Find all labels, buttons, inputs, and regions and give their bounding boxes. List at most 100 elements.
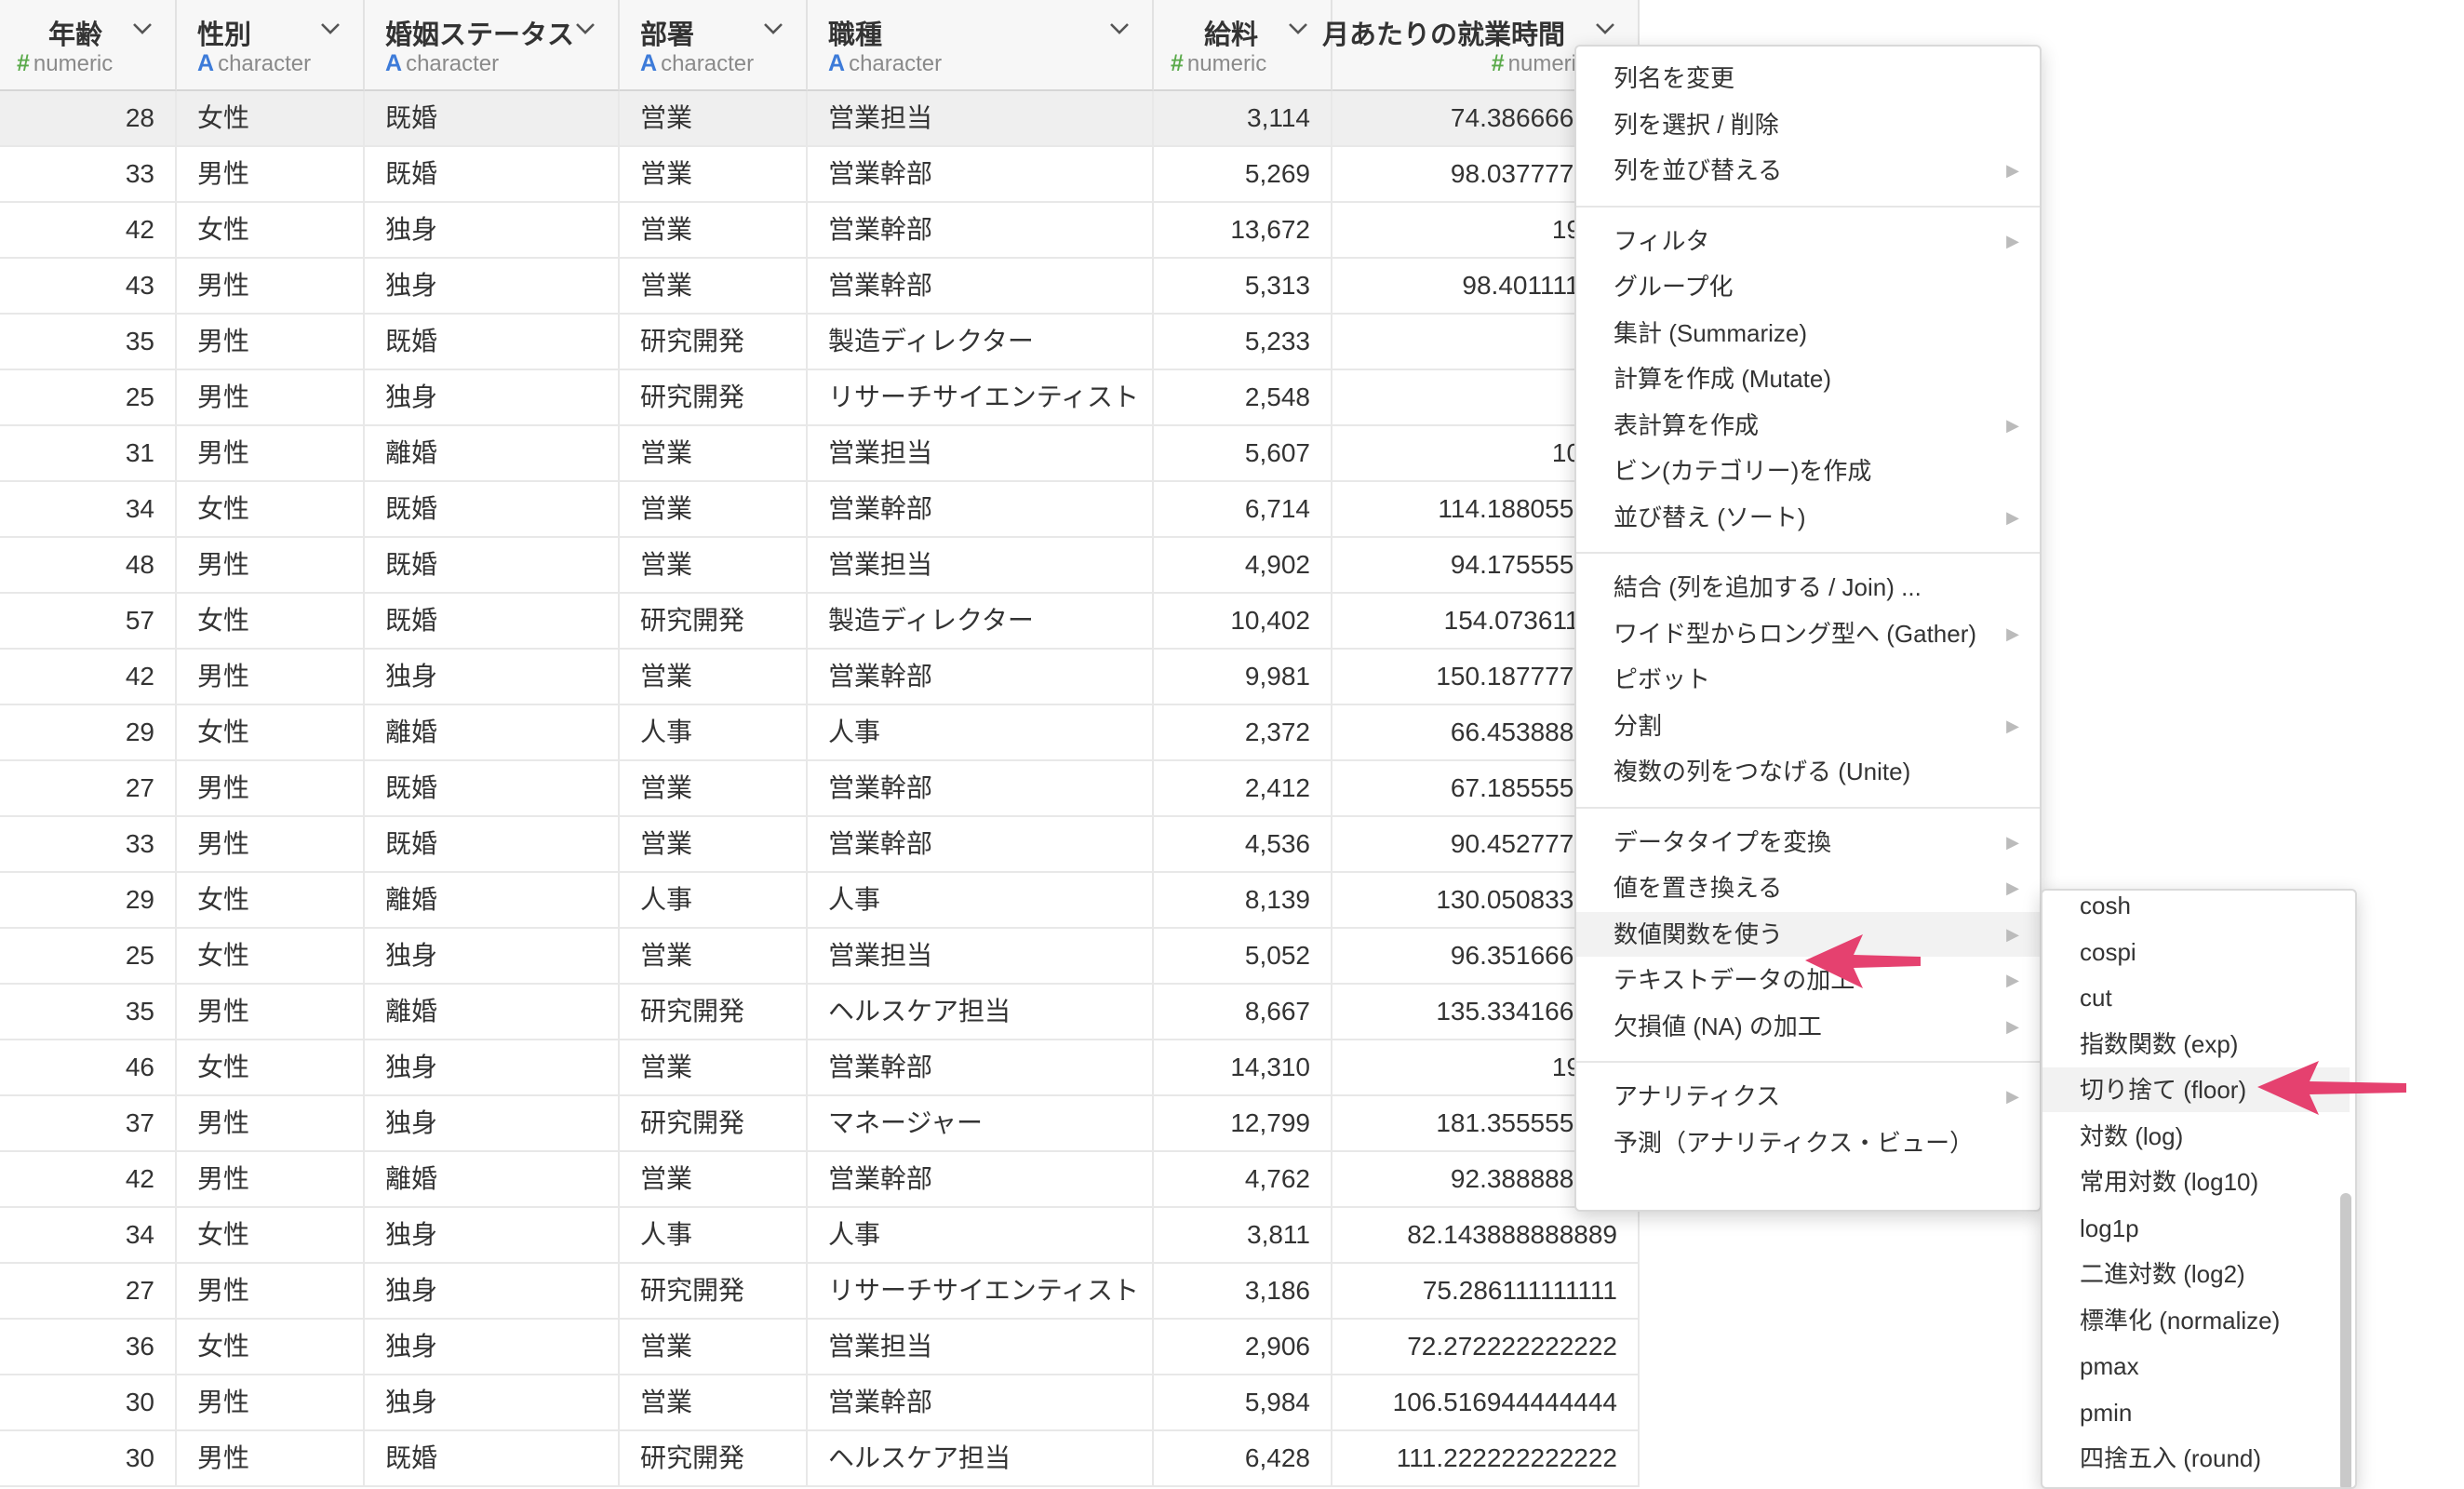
table-cell[interactable]: 人事 (620, 705, 808, 759)
table-cell[interactable]: 男性 (177, 426, 365, 480)
table-cell[interactable]: 3,114 (1154, 91, 1332, 145)
table-cell[interactable]: 女性 (177, 873, 365, 927)
table-row[interactable]: 29 女性 離婚 人事 人事 8,139 130.050833333 (0, 873, 1640, 929)
column-header-3[interactable]: 部署 Acharacter (620, 0, 808, 91)
table-row[interactable]: 46女性独身営業営業幹部14,310197.0 (0, 1040, 1640, 1096)
table-cell[interactable]: 既婚 (365, 315, 620, 369)
submenu-item[interactable]: pmax (2042, 1344, 2350, 1388)
table-cell[interactable]: 女性 (177, 91, 365, 145)
table-cell[interactable]: 独身 (365, 1040, 620, 1094)
table-row[interactable]: 33 男性 既婚 営業 営業幹部 4,536 90.452777777 (0, 817, 1640, 873)
menu-item[interactable]: 並び替え (ソート) ▶ (1576, 495, 2040, 540)
table-cell[interactable]: 営業担当 (808, 426, 1154, 480)
submenu-item[interactable]: 標準化 (normalize) (2042, 1298, 2350, 1343)
table-cell[interactable]: 男性 (177, 370, 365, 424)
table-cell[interactable]: 6,714 (1154, 482, 1332, 536)
table-cell[interactable]: 営業幹部 (808, 761, 1154, 815)
chevron-down-icon[interactable] (761, 17, 785, 41)
table-cell[interactable]: 8,667 (1154, 985, 1332, 1039)
table-row[interactable]: 31男性離婚営業営業担当5,607102.2 (0, 426, 1640, 482)
table-row[interactable]: 42 男性 独身 営業 営業幹部 9,981 150.187777777 (0, 650, 1640, 705)
table-row[interactable]: 25男性独身研究開発リサーチサイエンティスト2,5486 (0, 370, 1640, 426)
table-row[interactable]: 34 女性 既婚 営業 営業幹部 6,714 114.188055555 (0, 482, 1640, 538)
table-cell[interactable]: リサーチサイエンティスト (808, 1264, 1154, 1318)
table-cell[interactable]: 営業 (620, 929, 808, 983)
table-row[interactable]: 25 女性 独身 営業 営業担当 5,052 96.351666666 (0, 929, 1640, 985)
table-cell[interactable]: 37 (0, 1096, 177, 1150)
menu-item[interactable]: 値を置き換える ▶ (1576, 865, 2040, 910)
table-cell[interactable]: 42 (0, 1152, 177, 1206)
table-cell[interactable]: 46 (0, 1040, 177, 1094)
table-cell[interactable]: 独身 (365, 203, 620, 257)
table-row[interactable]: 33 男性 既婚 営業 営業幹部 5,269 98.037777777 (0, 147, 1640, 203)
table-cell[interactable]: 製造ディレクター (808, 594, 1154, 648)
chevron-down-icon[interactable] (573, 17, 597, 41)
table-cell[interactable]: 営業 (620, 817, 808, 871)
table-cell[interactable]: 2,548 (1154, 370, 1332, 424)
table-cell[interactable]: 男性 (177, 259, 365, 313)
table-cell[interactable]: 営業 (620, 426, 808, 480)
submenu-item[interactable]: log1p (2042, 1206, 2350, 1251)
table-cell[interactable]: 9,981 (1154, 650, 1332, 704)
table-row[interactable]: 43 男性 独身 営業 営業幹部 5,313 98.401111111 (0, 259, 1640, 315)
table-cell[interactable]: 既婚 (365, 91, 620, 145)
table-row[interactable]: 57 女性 既婚 研究開発 製造ディレクター 10,402 154.073611111 (0, 594, 1640, 650)
table-cell[interactable]: 営業 (620, 1375, 808, 1429)
column-header-1[interactable]: 性別 Acharacter (177, 0, 365, 91)
table-cell[interactable]: 女性 (177, 594, 365, 648)
table-cell[interactable]: 25 (0, 370, 177, 424)
submenu-item[interactable]: 二進対数 (log2) (2042, 1252, 2350, 1296)
table-cell[interactable]: 営業幹部 (808, 1375, 1154, 1429)
table-cell[interactable]: 男性 (177, 147, 365, 201)
table-row[interactable]: 27 男性 既婚 営業 営業幹部 2,412 67.185555555 (0, 761, 1640, 817)
table-cell[interactable]: 5,233 (1154, 315, 1332, 369)
table-cell[interactable]: 男性 (177, 1152, 365, 1206)
table-row[interactable]: 42女性独身営業営業幹部13,672190.1 (0, 203, 1640, 259)
menu-item[interactable]: 集計 (Summarize) (1576, 311, 2040, 355)
table-cell[interactable]: 女性 (177, 1208, 365, 1262)
table-cell[interactable]: 女性 (177, 705, 365, 759)
table-cell[interactable]: 男性 (177, 1431, 365, 1485)
table-cell[interactable]: 既婚 (365, 147, 620, 201)
table-cell[interactable]: 男性 (177, 1096, 365, 1150)
table-cell[interactable]: 既婚 (365, 817, 620, 871)
table-cell[interactable]: 女性 (177, 929, 365, 983)
table-cell[interactable]: 男性 (177, 985, 365, 1039)
table-cell[interactable]: 営業 (620, 1320, 808, 1374)
table-cell[interactable]: 営業担当 (808, 929, 1154, 983)
table-cell[interactable]: 女性 (177, 203, 365, 257)
table-cell[interactable]: 42 (0, 650, 177, 704)
table-cell[interactable]: 独身 (365, 1264, 620, 1318)
table-cell[interactable]: 31 (0, 426, 177, 480)
table-cell[interactable]: 既婚 (365, 594, 620, 648)
table-cell[interactable]: 研究開発 (620, 985, 808, 1039)
table-row[interactable]: 35 男性 離婚 研究開発 ヘルスケア担当 8,667 135.334166666 (0, 985, 1640, 1040)
table-cell[interactable]: 36 (0, 1320, 177, 1374)
table-cell[interactable]: 営業担当 (808, 91, 1154, 145)
menu-item[interactable]: 結合 (列を追加する / Join) ... (1576, 565, 2040, 610)
table-cell[interactable]: 営業 (620, 1040, 808, 1094)
table-cell[interactable]: 離婚 (365, 705, 620, 759)
table-cell[interactable]: 人事 (808, 873, 1154, 927)
table-cell[interactable]: 営業担当 (808, 538, 1154, 592)
table-cell[interactable]: 女性 (177, 482, 365, 536)
table-cell[interactable]: 29 (0, 873, 177, 927)
chevron-down-icon[interactable] (318, 17, 342, 41)
table-cell[interactable]: 人事 (808, 705, 1154, 759)
table-cell[interactable]: 既婚 (365, 1431, 620, 1485)
table-row[interactable]: 35男性既婚研究開発製造ディレクター5,23398. (0, 315, 1640, 370)
menu-item[interactable]: 列を並び替える ▶ (1576, 148, 2040, 193)
table-cell[interactable]: 27 (0, 761, 177, 815)
table-cell[interactable]: 研究開発 (620, 594, 808, 648)
table-cell[interactable]: 42 (0, 203, 177, 257)
menu-item[interactable]: ピボット (1576, 657, 2040, 702)
table-cell[interactable]: 人事 (808, 1208, 1154, 1262)
table-row[interactable]: 37 男性 独身 研究開発 マネージャー 12,799 181.355555555 (0, 1096, 1640, 1152)
table-row[interactable]: 42 男性 離婚 営業 営業幹部 4,762 92.388888888 (0, 1152, 1640, 1208)
table-cell[interactable]: 14,310 (1154, 1040, 1332, 1094)
table-cell[interactable]: 離婚 (365, 985, 620, 1039)
table-cell[interactable]: 独身 (365, 259, 620, 313)
table-cell[interactable]: 研究開発 (620, 370, 808, 424)
table-cell[interactable]: 営業幹部 (808, 817, 1154, 871)
table-cell[interactable]: 営業幹部 (808, 1040, 1154, 1094)
